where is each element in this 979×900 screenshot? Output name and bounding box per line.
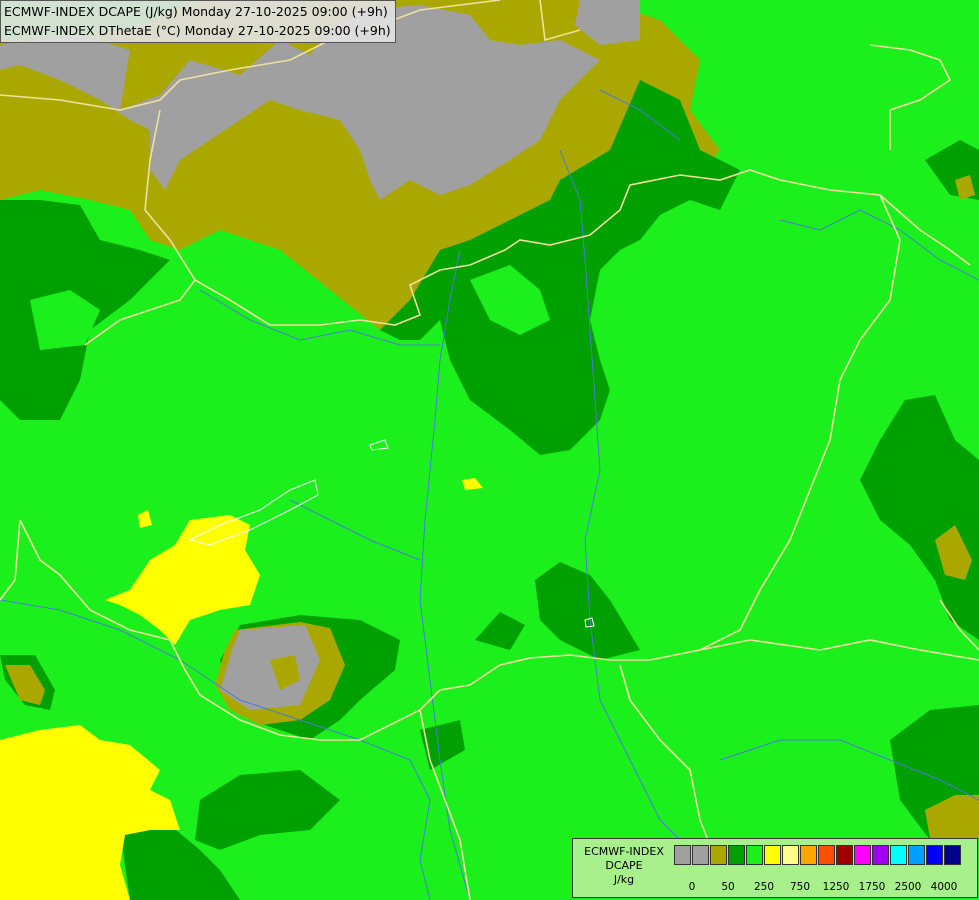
legend-units: J/kg bbox=[613, 873, 635, 886]
legend-swatch bbox=[908, 845, 925, 865]
legend-swatch bbox=[746, 845, 763, 865]
legend-swatch bbox=[854, 845, 871, 865]
legend-tick-label: 2500 bbox=[894, 881, 922, 893]
map-title-box: ECMWF-INDEX DCAPE (J/kg) Monday 27-10-20… bbox=[0, 0, 396, 43]
legend-title: ECMWF-INDEX DCAPE J/kg bbox=[577, 845, 671, 887]
legend-swatch bbox=[800, 845, 817, 865]
legend: ECMWF-INDEX DCAPE J/kg 0 50 250 750 1250 1750… bbox=[572, 838, 978, 898]
legend-tick-label: 1250 bbox=[822, 881, 850, 893]
legend-swatch bbox=[926, 845, 943, 865]
legend-swatch bbox=[728, 845, 745, 865]
legend-swatch bbox=[944, 845, 961, 865]
legend-swatch bbox=[692, 845, 709, 865]
legend-title-line2: DCAPE bbox=[605, 859, 643, 872]
legend-tick-label: 250 bbox=[753, 881, 775, 893]
legend-title-line1: ECMWF-INDEX bbox=[584, 845, 664, 858]
legend-swatch bbox=[836, 845, 853, 865]
legend-tick-label: 4000 bbox=[930, 881, 958, 893]
legend-tick-label: 0 bbox=[688, 881, 696, 893]
title-dthetae: ECMWF-INDEX DThetaE (°C) Monday 27-10-20… bbox=[4, 23, 391, 38]
legend-swatch bbox=[818, 845, 835, 865]
dcape-map bbox=[0, 0, 979, 900]
legend-swatch bbox=[764, 845, 781, 865]
legend-swatch bbox=[782, 845, 799, 865]
legend-tick-label: 1750 bbox=[858, 881, 886, 893]
legend-swatch bbox=[872, 845, 889, 865]
legend-tick-label: 50 bbox=[721, 881, 735, 893]
legend-swatch bbox=[710, 845, 727, 865]
title-dcape: ECMWF-INDEX DCAPE (J/kg) Monday 27-10-20… bbox=[4, 4, 388, 19]
legend-swatch bbox=[674, 845, 691, 865]
legend-swatch bbox=[890, 845, 907, 865]
legend-tick-label: 750 bbox=[789, 881, 811, 893]
